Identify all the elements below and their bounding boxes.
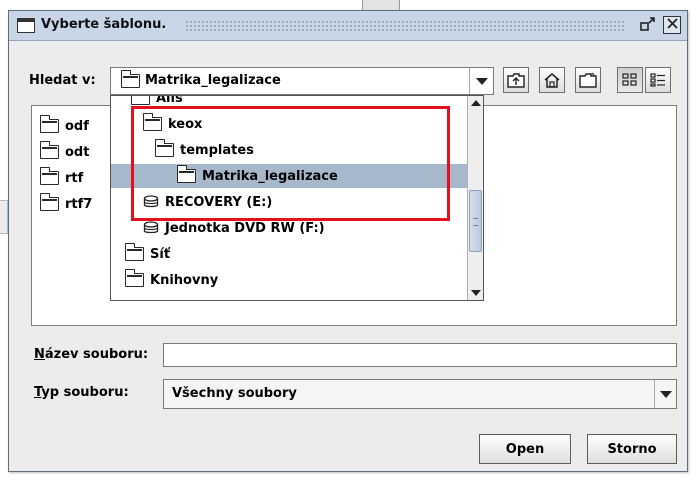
dropdown-item[interactable]: Jednotka DVD RW (F:) bbox=[143, 216, 467, 240]
chevron-down-icon[interactable] bbox=[469, 68, 493, 94]
look-in-label: Hledat v: bbox=[29, 73, 96, 88]
network-folder-icon bbox=[124, 243, 144, 261]
folder-icon bbox=[39, 167, 59, 185]
file-type-combo[interactable]: Všechny soubory bbox=[163, 379, 677, 409]
details-view-button[interactable] bbox=[645, 67, 671, 93]
look-in-combo[interactable]: Matrika_legalizace bbox=[110, 67, 494, 95]
new-folder-button[interactable] bbox=[575, 67, 601, 93]
drive-icon bbox=[143, 195, 159, 208]
dropdown-item[interactable]: Alis bbox=[131, 95, 467, 110]
dropdown-item[interactable]: templates bbox=[154, 138, 467, 162]
new-folder-icon bbox=[579, 72, 597, 88]
libraries-folder-icon bbox=[124, 269, 144, 287]
chevron-down-icon[interactable] bbox=[654, 380, 676, 408]
list-item[interactable]: rtf7 bbox=[39, 193, 93, 214]
scroll-down-icon[interactable] bbox=[468, 286, 483, 300]
title-bar-grip bbox=[185, 20, 625, 32]
window-icon bbox=[17, 18, 35, 33]
dropdown-item-label: Knihovny bbox=[150, 272, 219, 288]
file-name-label: Název souboru: bbox=[34, 347, 148, 362]
folder-icon bbox=[120, 70, 140, 88]
file-name-label-mnemonic: N bbox=[34, 347, 45, 362]
folder-icon bbox=[39, 141, 59, 159]
file-name-label-rest: ázev souboru: bbox=[44, 347, 149, 362]
details-view-icon bbox=[650, 73, 665, 87]
dropdown-item[interactable]: keox bbox=[142, 112, 467, 136]
look-in-dropdown[interactable]: Alis keox templates Matrika_legalizace R… bbox=[110, 95, 484, 301]
list-item[interactable]: rtf bbox=[39, 167, 84, 188]
dropdown-item-label: Síť bbox=[150, 246, 171, 262]
title-bar[interactable]: Vyberte šablonu. bbox=[9, 11, 687, 41]
file-chooser-dialog: Vyberte šablonu. Hledat v: Matrika_legal… bbox=[8, 10, 688, 472]
dropdown-item-label: Jednotka DVD RW (F:) bbox=[165, 220, 325, 236]
up-one-level-button[interactable] bbox=[503, 67, 529, 93]
file-name: odf bbox=[65, 118, 89, 134]
scrollbar-thumb[interactable] bbox=[469, 190, 482, 252]
folder-icon bbox=[154, 139, 174, 157]
dropdown-item-selected[interactable]: Matrika_legalizace bbox=[111, 164, 468, 188]
file-type-value: Všechny soubory bbox=[172, 386, 297, 401]
file-name: rtf7 bbox=[65, 196, 93, 212]
file-type-label: Typ souboru: bbox=[34, 385, 129, 400]
folder-icon bbox=[39, 115, 59, 133]
list-view-icon bbox=[622, 73, 637, 86]
dropdown-item-label: RECOVERY (E:) bbox=[165, 194, 273, 210]
restore-icon[interactable] bbox=[639, 16, 657, 34]
folder-icon bbox=[131, 96, 150, 105]
dropdown-item[interactable]: Knihovny bbox=[124, 268, 467, 292]
file-name-input[interactable] bbox=[163, 343, 677, 367]
scroll-up-icon[interactable] bbox=[468, 96, 483, 110]
file-name: rtf bbox=[65, 170, 84, 186]
dialog-title: Vyberte šablonu. bbox=[41, 17, 167, 32]
file-type-label-rest: yp souboru: bbox=[41, 385, 129, 400]
folder-icon bbox=[176, 165, 196, 183]
list-view-button[interactable] bbox=[617, 67, 643, 93]
home-button[interactable] bbox=[539, 67, 565, 93]
close-icon[interactable] bbox=[663, 16, 681, 34]
dropdown-item-label: keox bbox=[168, 116, 203, 132]
dropdown-item-label: Alis bbox=[156, 95, 183, 106]
list-item[interactable]: odt bbox=[39, 141, 90, 162]
cancel-button[interactable]: Storno bbox=[587, 434, 677, 464]
folder-icon bbox=[39, 193, 59, 211]
folder-icon bbox=[142, 113, 162, 131]
dropdown-item[interactable]: Síť bbox=[124, 242, 467, 266]
file-name: odt bbox=[65, 144, 90, 160]
dropdown-item-label: templates bbox=[180, 142, 254, 158]
look-in-value: Matrika_legalizace bbox=[145, 73, 281, 88]
list-item[interactable]: odf bbox=[39, 115, 89, 136]
up-one-level-icon bbox=[507, 73, 525, 88]
background-window-edge-left bbox=[0, 200, 8, 234]
dropdown-scrollbar[interactable] bbox=[467, 96, 483, 300]
disc-drive-icon bbox=[143, 221, 159, 234]
dropdown-item-label: Matrika_legalizace bbox=[202, 168, 338, 184]
open-button[interactable]: Open bbox=[479, 434, 571, 464]
dropdown-item[interactable]: RECOVERY (E:) bbox=[143, 190, 467, 214]
home-icon bbox=[544, 73, 560, 88]
